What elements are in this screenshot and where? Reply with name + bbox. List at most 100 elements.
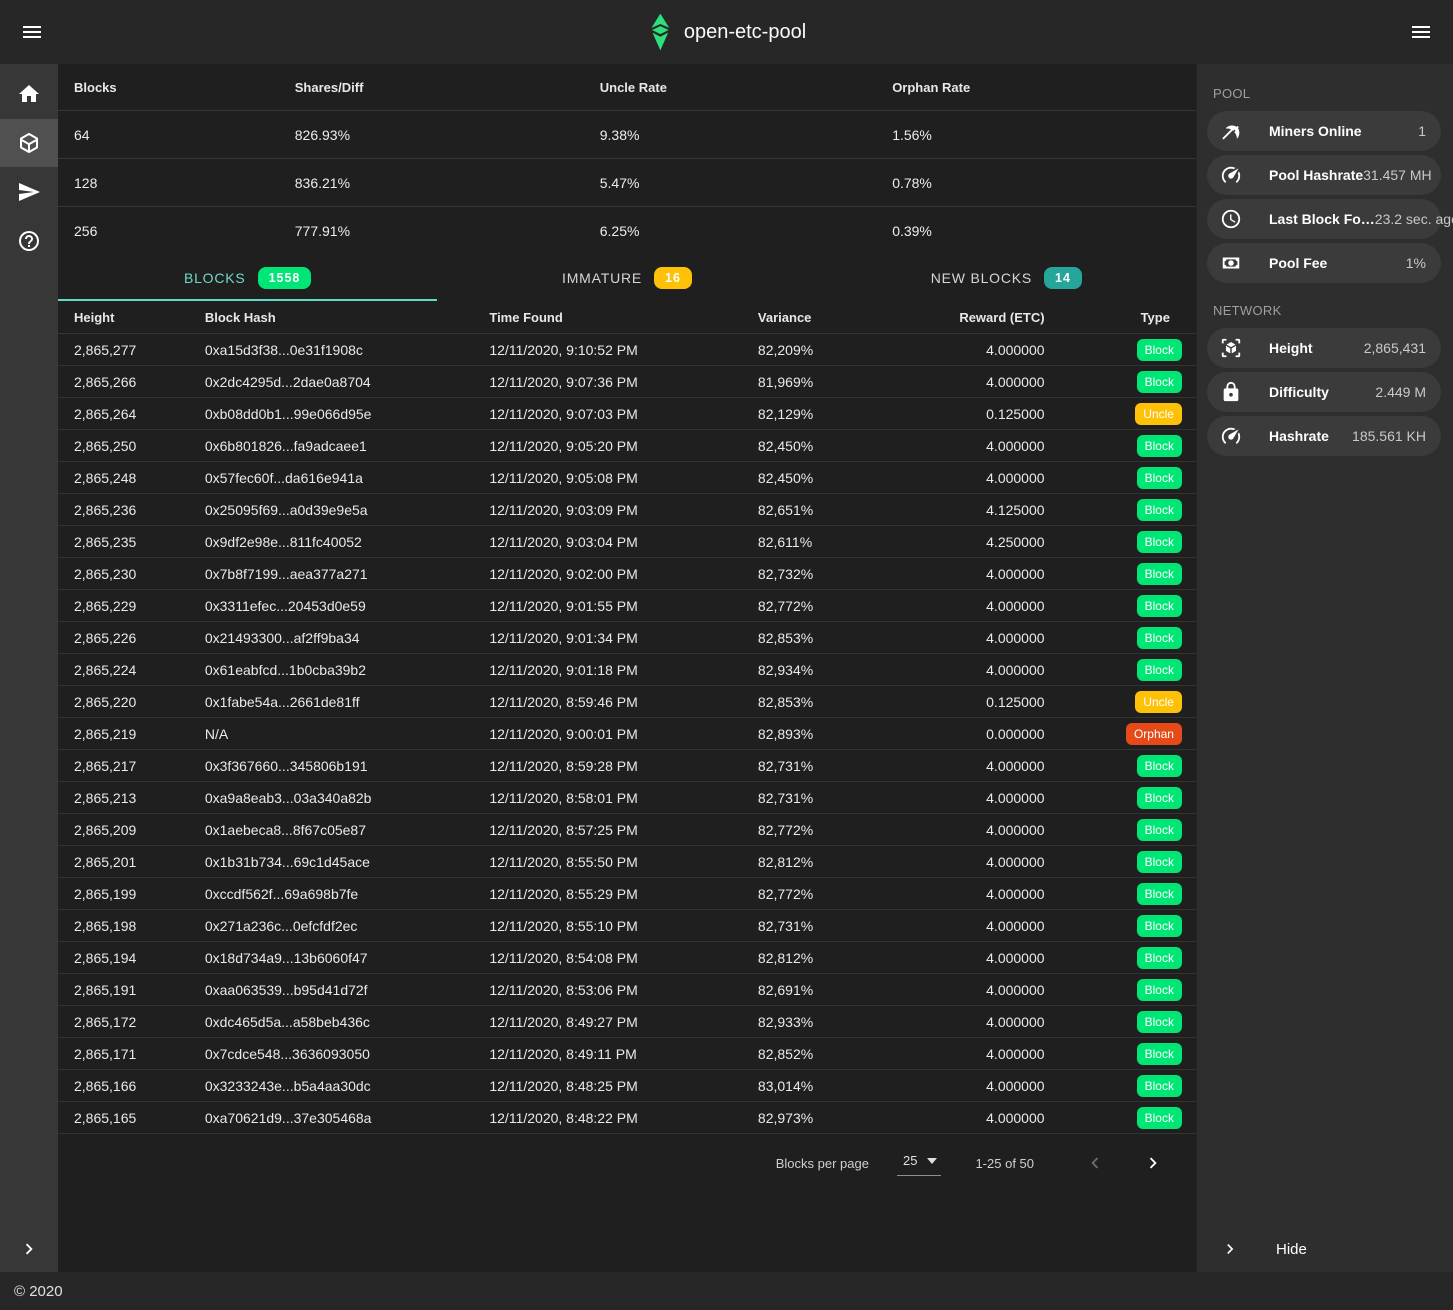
cell-time-found: 12/11/2020, 9:01:55 PM xyxy=(473,598,742,614)
cell-variance: 82,731% xyxy=(742,758,890,774)
luck-table-header: Blocks Shares/Diff Uncle Rate Orphan Rat… xyxy=(58,64,1196,111)
sidebar-item-help[interactable] xyxy=(0,217,58,265)
cell-height: 2,865,277 xyxy=(58,342,189,358)
tab-count-badge: 14 xyxy=(1044,267,1082,289)
cell-block-hash: 0x1fabe54a...2661de81ff xyxy=(189,694,474,710)
cube-scan-icon xyxy=(1220,337,1242,359)
footer: © 2020 xyxy=(0,1272,1453,1310)
stat-label: Hashrate xyxy=(1269,428,1329,444)
cell-variance: 82,853% xyxy=(742,630,890,646)
cell-block-hash: 0x3f367660...345806b191 xyxy=(189,758,474,774)
type-badge: Block xyxy=(1137,979,1182,1001)
cell-reward: 4.000000 xyxy=(890,886,1061,902)
column-header: Uncle Rate xyxy=(584,80,876,95)
tab-count-badge: 1558 xyxy=(258,267,312,289)
expand-nav-button[interactable] xyxy=(0,1238,58,1260)
type-badge: Block xyxy=(1137,563,1182,585)
cell-variance: 82,611% xyxy=(742,534,890,550)
cell-reward: 4.000000 xyxy=(890,918,1061,934)
type-badge: Block xyxy=(1137,947,1182,969)
stat-label: Height xyxy=(1269,340,1313,356)
menu-button-right[interactable] xyxy=(1401,12,1441,52)
luck-table: Blocks Shares/Diff Uncle Rate Orphan Rat… xyxy=(58,64,1196,255)
cell-block-hash: 0x18d734a9...13b6060f47 xyxy=(189,950,474,966)
cell-reward: 4.000000 xyxy=(890,854,1061,870)
cell-block-hash: 0x21493300...af2ff9ba34 xyxy=(189,630,474,646)
type-badge: Block xyxy=(1137,1011,1182,1033)
cell-block-hash: 0x7b8f7199...aea377a271 xyxy=(189,566,474,582)
stat-item-pool-hashrate: Pool Hashrate31.457 MH xyxy=(1207,155,1441,195)
per-page-select[interactable]: 25 xyxy=(897,1150,941,1176)
cell-type: Block xyxy=(1061,947,1196,969)
table-row: 2,865,2290x3311efec...20453d0e5912/11/20… xyxy=(58,590,1196,622)
cell-type: Block xyxy=(1061,595,1196,617)
cell-reward: 4.000000 xyxy=(890,758,1061,774)
stat-item-hashrate: Hashrate 185.561 KH xyxy=(1207,416,1441,456)
chevron-right-icon xyxy=(1220,1239,1240,1259)
cell-block-hash: 0x1aebeca8...8f67c05e87 xyxy=(189,822,474,838)
table-row: 2,865,2130xa9a8eab3...03a340a82b12/11/20… xyxy=(58,782,1196,814)
table-row: 2,865,1940x18d734a9...13b6060f4712/11/20… xyxy=(58,942,1196,974)
luck-cell: 5.47% xyxy=(584,175,876,191)
type-badge: Block xyxy=(1137,819,1182,841)
app-title: open-etc-pool xyxy=(684,21,806,44)
column-header: Time Found xyxy=(473,310,742,325)
prev-page-button[interactable] xyxy=(1078,1146,1112,1180)
cell-height: 2,865,248 xyxy=(58,470,189,486)
cell-reward: 4.000000 xyxy=(890,950,1061,966)
cell-variance: 82,973% xyxy=(742,1110,890,1126)
table-row: 2,865,1650xa70621d9...37e305468a12/11/20… xyxy=(58,1102,1196,1134)
cell-height: 2,865,236 xyxy=(58,502,189,518)
tab-label: NEW BLOCKS xyxy=(931,270,1032,286)
cell-variance: 82,732% xyxy=(742,566,890,582)
table-row: 2,865,2200x1fabe54a...2661de81ff12/11/20… xyxy=(58,686,1196,718)
per-page-value: 25 xyxy=(903,1153,917,1168)
cell-time-found: 12/11/2020, 9:07:03 PM xyxy=(473,406,742,422)
cell-type: Block xyxy=(1061,467,1196,489)
type-badge: Block xyxy=(1137,659,1182,681)
cell-reward: 4.000000 xyxy=(890,822,1061,838)
table-row: 2,865,1660x3233243e...b5a4aa30dc12/11/20… xyxy=(58,1070,1196,1102)
cell-height: 2,865,220 xyxy=(58,694,189,710)
cell-time-found: 12/11/2020, 8:49:11 PM xyxy=(473,1046,742,1062)
type-badge: Block xyxy=(1137,435,1182,457)
next-page-button[interactable] xyxy=(1136,1146,1170,1180)
cell-reward: 0.000000 xyxy=(890,726,1061,742)
cell-variance: 82,812% xyxy=(742,950,890,966)
cell-height: 2,865,199 xyxy=(58,886,189,902)
stat-label: Last Block Fo… xyxy=(1269,211,1375,227)
cell-time-found: 12/11/2020, 9:00:01 PM xyxy=(473,726,742,742)
tab-new-blocks[interactable]: NEW BLOCKS 14 xyxy=(817,255,1196,301)
column-header: Blocks xyxy=(58,80,279,95)
cell-time-found: 12/11/2020, 8:55:50 PM xyxy=(473,854,742,870)
type-badge: Block xyxy=(1137,627,1182,649)
sidebar-item-home[interactable] xyxy=(0,70,58,118)
tab-immature[interactable]: IMMATURE16 xyxy=(437,255,816,301)
table-row: 2,865,2360x25095f69...a0d39e9e5a12/11/20… xyxy=(58,494,1196,526)
stat-value: 2,865,431 xyxy=(1364,340,1426,356)
cell-variance: 83,014% xyxy=(742,1078,890,1094)
cell-time-found: 12/11/2020, 8:49:27 PM xyxy=(473,1014,742,1030)
sidebar-item-blocks[interactable] xyxy=(0,119,58,167)
cell-height: 2,865,209 xyxy=(58,822,189,838)
type-badge: Block xyxy=(1137,595,1182,617)
brand: open-etc-pool xyxy=(647,0,806,64)
luck-row: 256777.91%6.25%0.39% xyxy=(58,207,1196,255)
cell-type: Orphan xyxy=(1061,723,1196,745)
cell-reward: 4.000000 xyxy=(890,438,1061,454)
tab-blocks[interactable]: BLOCKS 1558 xyxy=(58,255,437,301)
stat-item-difficulty: Difficulty2.449 M xyxy=(1207,372,1441,412)
hide-panel-button[interactable]: Hide xyxy=(1197,1226,1453,1272)
column-header: Type xyxy=(1061,310,1196,325)
tab-label: BLOCKS xyxy=(184,270,246,286)
pickaxe-icon xyxy=(1220,120,1242,142)
tab-label: IMMATURE xyxy=(562,270,642,286)
cell-type: Block xyxy=(1061,819,1196,841)
stat-value: 185.561 KH xyxy=(1352,428,1426,444)
table-row: 2,865,2240x61eabfcd...1b0cba39b212/11/20… xyxy=(58,654,1196,686)
cell-block-hash: 0x7cdce548...3636093050 xyxy=(189,1046,474,1062)
menu-button[interactable] xyxy=(12,12,52,52)
stat-value: 23.2 sec. ago xyxy=(1375,211,1453,227)
cell-reward: 4.000000 xyxy=(890,1046,1061,1062)
sidebar-item-payments[interactable] xyxy=(0,168,58,216)
